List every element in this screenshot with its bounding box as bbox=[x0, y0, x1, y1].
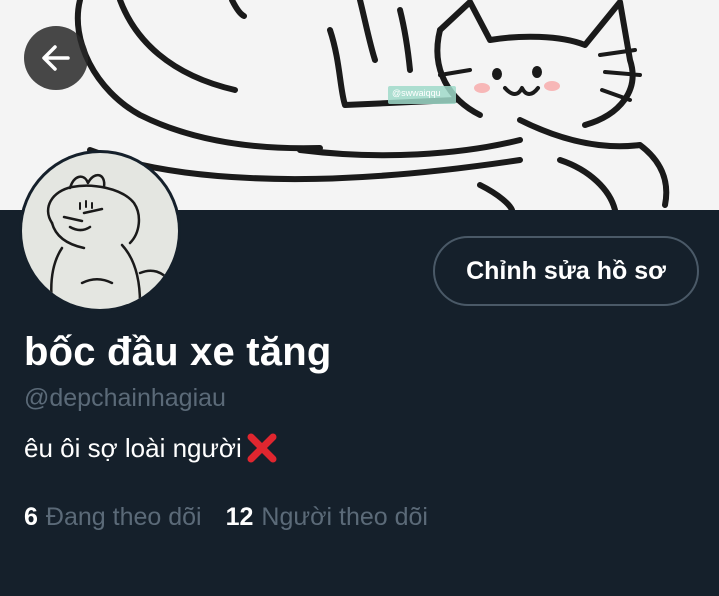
avatar[interactable] bbox=[19, 150, 181, 312]
followers-label: Người theo dõi bbox=[261, 503, 428, 531]
following-label: Đang theo dõi bbox=[45, 503, 202, 531]
back-button[interactable] bbox=[24, 26, 88, 90]
avatar-drawing bbox=[46, 174, 174, 305]
banner-watermark: @swwaiqqu bbox=[392, 88, 441, 98]
bio-text: êu ôi sợ loài người bbox=[24, 432, 242, 463]
username-handle: @depchainhagiau bbox=[24, 384, 226, 412]
following-stat[interactable]: 6 Đang theo dõi bbox=[24, 503, 202, 532]
followers-count: 12 bbox=[225, 503, 254, 531]
arrow-left-icon bbox=[42, 45, 70, 71]
display-name: bốc đầu xe tăng bbox=[24, 330, 332, 374]
cross-mark-icon bbox=[246, 432, 278, 464]
avatar-image bbox=[22, 153, 178, 309]
following-count: 6 bbox=[24, 503, 38, 531]
edit-profile-button[interactable]: Chỉnh sửa hồ sơ bbox=[433, 236, 699, 306]
bio: êu ôi sợ loài người bbox=[24, 432, 278, 464]
follow-stats: 6 Đang theo dõi 12 Người theo dõi bbox=[24, 503, 428, 532]
followers-stat[interactable]: 12 Người theo dõi bbox=[226, 503, 428, 532]
